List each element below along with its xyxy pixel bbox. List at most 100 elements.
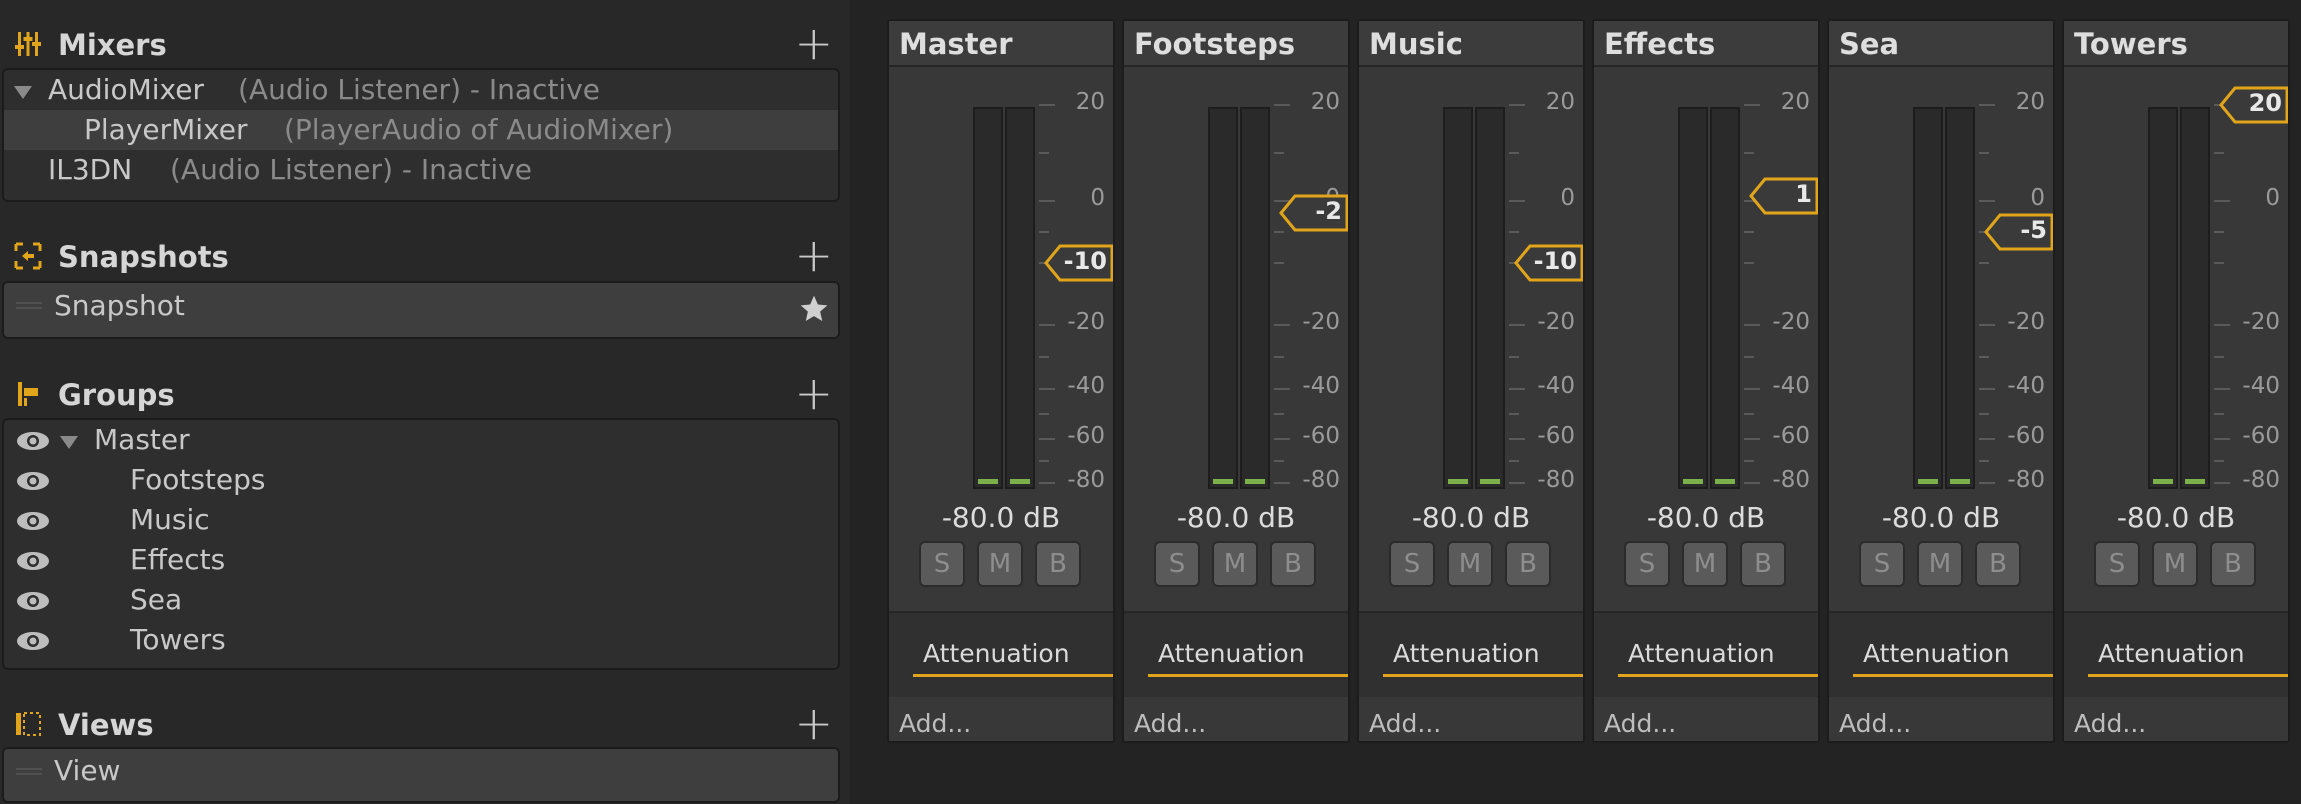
meter-level bbox=[978, 479, 998, 484]
volume-fader-handle[interactable]: -10 bbox=[1043, 243, 1113, 283]
scale-label: 20 bbox=[2015, 89, 2045, 115]
bypass-button[interactable]: B bbox=[1975, 541, 2021, 587]
attenuation-effect[interactable]: Attenuation bbox=[913, 635, 1113, 677]
snapshot-item[interactable]: Snapshot bbox=[4, 283, 838, 337]
collapse-triangle-icon[interactable] bbox=[60, 436, 78, 449]
strip-header[interactable]: Master bbox=[889, 21, 1113, 67]
add-view-button[interactable]: + bbox=[794, 700, 833, 746]
scale-tick bbox=[1979, 262, 1989, 264]
strip-header[interactable]: Effects bbox=[1594, 21, 1818, 67]
level-readout: -80.0 dB bbox=[2116, 501, 2236, 534]
solo-button[interactable]: S bbox=[919, 541, 965, 587]
volume-value: -5 bbox=[2020, 216, 2047, 244]
bypass-button[interactable]: B bbox=[1270, 541, 1316, 587]
eye-icon[interactable] bbox=[16, 631, 50, 651]
add-group-button[interactable]: + bbox=[794, 370, 833, 416]
group-name: Footsteps bbox=[130, 463, 266, 496]
mute-button[interactable]: M bbox=[1682, 541, 1728, 587]
bypass-button[interactable]: B bbox=[1740, 541, 1786, 587]
smb-buttons: S M B bbox=[2094, 541, 2274, 587]
solo-button[interactable]: S bbox=[2094, 541, 2140, 587]
snapshots-header: Snapshots + bbox=[0, 232, 845, 278]
effects-area: Attenuation bbox=[889, 611, 1113, 697]
scale-label: -60 bbox=[2007, 423, 2045, 449]
mute-button[interactable]: M bbox=[977, 541, 1023, 587]
eye-icon[interactable] bbox=[16, 471, 50, 491]
mute-button[interactable]: M bbox=[1447, 541, 1493, 587]
group-name: Music bbox=[130, 503, 210, 536]
solo-button[interactable]: S bbox=[1624, 541, 1670, 587]
strip-header[interactable]: Footsteps bbox=[1124, 21, 1348, 67]
attenuation-effect[interactable]: Attenuation bbox=[1383, 635, 1583, 677]
add-snapshot-button[interactable]: + bbox=[794, 232, 833, 278]
group-item-towers[interactable]: Towers bbox=[4, 620, 838, 660]
volume-meter-area: 200-20-40-60-80 -2 bbox=[1124, 67, 1348, 493]
scale-label: -20 bbox=[1772, 309, 1810, 335]
level-readout: -80.0 dB bbox=[1646, 501, 1766, 534]
eye-icon[interactable] bbox=[16, 591, 50, 611]
solo-button[interactable]: S bbox=[1859, 541, 1905, 587]
volume-fader-handle[interactable]: -2 bbox=[1278, 193, 1348, 233]
attenuation-effect[interactable]: Attenuation bbox=[1853, 635, 2053, 677]
mute-button[interactable]: M bbox=[2152, 541, 2198, 587]
star-icon[interactable] bbox=[798, 293, 830, 325]
attenuation-effect[interactable]: Attenuation bbox=[1148, 635, 1348, 677]
add-mixer-button[interactable]: + bbox=[794, 20, 833, 66]
scale-tick bbox=[1744, 356, 1754, 358]
solo-button[interactable]: S bbox=[1389, 541, 1435, 587]
scale-tick bbox=[1274, 262, 1284, 264]
views-list: View bbox=[2, 747, 840, 803]
collapse-triangle-icon[interactable] bbox=[14, 86, 32, 99]
bypass-button[interactable]: B bbox=[1505, 541, 1551, 587]
volume-fader-handle[interactable]: 1 bbox=[1748, 176, 1818, 216]
group-item-sea[interactable]: Sea bbox=[4, 580, 838, 620]
volume-fader-handle[interactable]: -10 bbox=[1513, 243, 1583, 283]
snapshot-icon bbox=[14, 242, 42, 270]
add-effect-button[interactable]: Add... bbox=[1134, 709, 1206, 738]
volume-fader-handle[interactable]: 20 bbox=[2218, 85, 2288, 125]
add-effect-button[interactable]: Add... bbox=[1604, 709, 1676, 738]
scale-label: -80 bbox=[1772, 467, 1810, 493]
strip-header[interactable]: Towers bbox=[2064, 21, 2288, 67]
volume-meter-area: 200-20-40-60-80 20 bbox=[2064, 67, 2288, 493]
group-item-master[interactable]: Master bbox=[4, 420, 838, 460]
smb-buttons: S M B bbox=[1859, 541, 2039, 587]
mixer-item-il3dn[interactable]: IL3DN (Audio Listener) - Inactive bbox=[4, 150, 838, 190]
mixer-item-playermixer[interactable]: PlayerMixer (PlayerAudio of AudioMixer) bbox=[4, 110, 838, 150]
effects-area: Attenuation bbox=[1594, 611, 1818, 697]
mute-button[interactable]: M bbox=[1917, 541, 1963, 587]
mixer-item-audiomixer[interactable]: AudioMixer (Audio Listener) - Inactive bbox=[4, 70, 838, 110]
volume-fader-handle[interactable]: -5 bbox=[1983, 212, 2053, 252]
bypass-button[interactable]: B bbox=[2210, 541, 2256, 587]
mixer-item-name: PlayerMixer bbox=[84, 113, 248, 146]
strip-header[interactable]: Sea bbox=[1829, 21, 2053, 67]
scale-tick bbox=[1509, 152, 1519, 154]
groups-tree: Master Footsteps Music Effects Sea Tower… bbox=[2, 418, 840, 670]
add-effect-button[interactable]: Add... bbox=[1839, 709, 1911, 738]
bypass-button[interactable]: B bbox=[1035, 541, 1081, 587]
solo-button[interactable]: S bbox=[1154, 541, 1200, 587]
group-item-effects[interactable]: Effects bbox=[4, 540, 838, 580]
meter-right bbox=[1710, 107, 1740, 489]
eye-icon[interactable] bbox=[16, 551, 50, 571]
group-item-music[interactable]: Music bbox=[4, 500, 838, 540]
attenuation-effect[interactable]: Attenuation bbox=[2088, 635, 2288, 677]
eye-icon[interactable] bbox=[16, 511, 50, 531]
view-item[interactable]: View bbox=[4, 749, 838, 801]
scale-label: -40 bbox=[1772, 373, 1810, 399]
add-effect-button[interactable]: Add... bbox=[1369, 709, 1441, 738]
smb-buttons: S M B bbox=[1389, 541, 1569, 587]
scale-tick bbox=[1979, 152, 1989, 154]
drag-handle-icon[interactable] bbox=[16, 773, 42, 775]
add-effect-button[interactable]: Add... bbox=[899, 709, 971, 738]
mute-button[interactable]: M bbox=[1212, 541, 1258, 587]
eye-icon[interactable] bbox=[16, 431, 50, 451]
attenuation-effect[interactable]: Attenuation bbox=[1618, 635, 1818, 677]
drag-handle-icon[interactable] bbox=[16, 307, 42, 309]
groups-header: Groups + bbox=[0, 370, 845, 416]
strip-header[interactable]: Music bbox=[1359, 21, 1583, 67]
group-item-footsteps[interactable]: Footsteps bbox=[4, 460, 838, 500]
add-effect-button[interactable]: Add... bbox=[2074, 709, 2146, 738]
scale-label: 0 bbox=[2030, 185, 2045, 211]
meter-left bbox=[1678, 107, 1708, 489]
